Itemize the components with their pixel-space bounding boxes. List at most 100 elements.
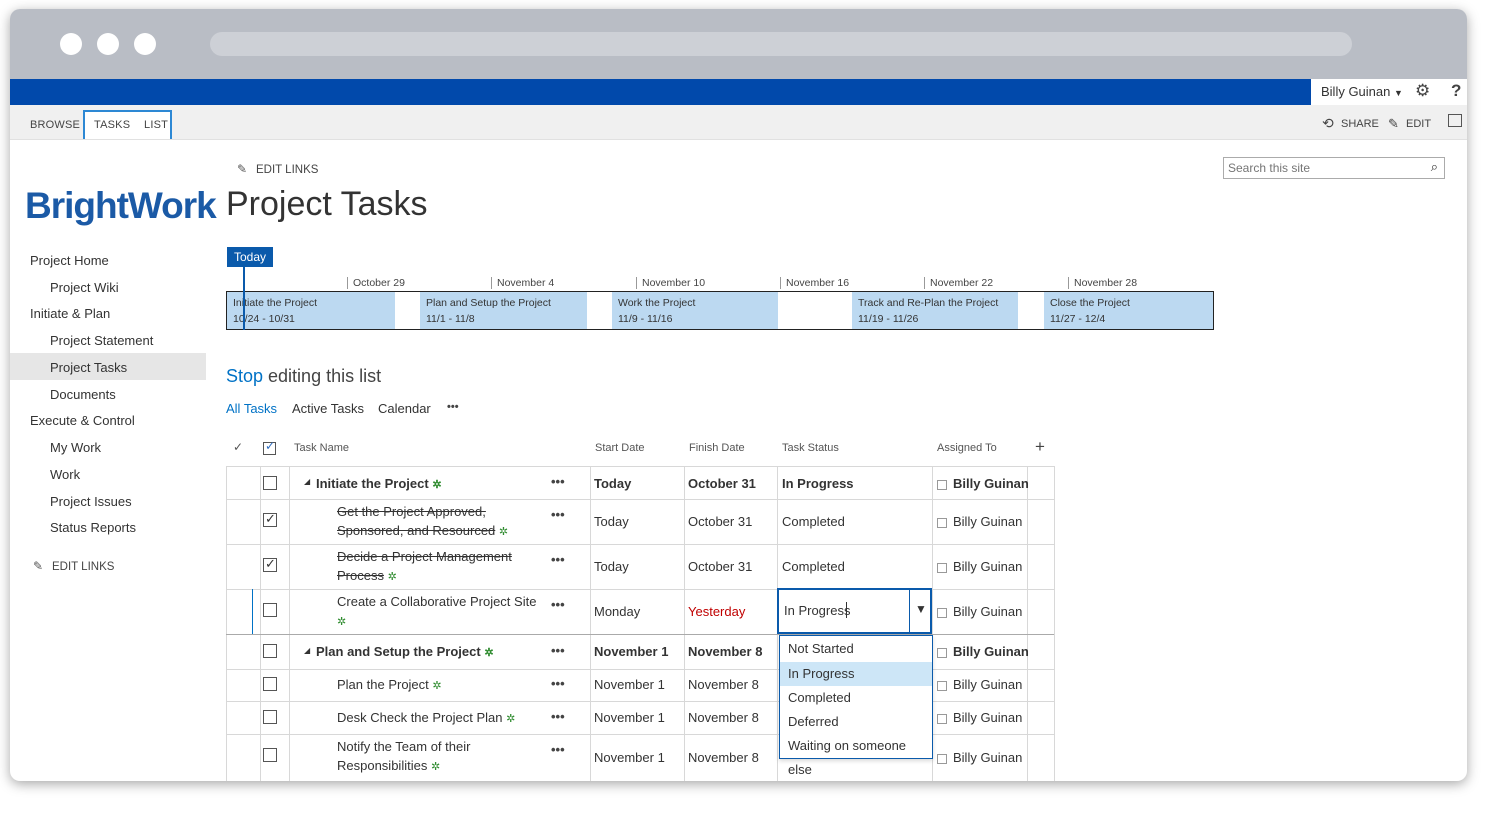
focus-mode-icon[interactable] — [1448, 114, 1462, 127]
completed-header-checkbox[interactable]: ✓ — [263, 439, 276, 455]
view-calendar[interactable]: Calendar — [378, 401, 431, 416]
start-date[interactable]: November 1 — [594, 750, 665, 765]
assignee-checkbox[interactable] — [937, 714, 947, 724]
finish-date[interactable]: November 8 — [688, 644, 762, 659]
finish-date[interactable]: November 8 — [688, 677, 759, 692]
row-menu-icon[interactable]: ••• — [551, 676, 565, 691]
collapse-icon[interactable]: ◢ — [304, 646, 310, 655]
dropdown-option[interactable]: Deferred — [780, 710, 932, 734]
timeline-bar[interactable]: Track and Re-Plan the Project 11/19 - 11/… — [852, 292, 1018, 329]
search-box[interactable]: ⌕ — [1223, 157, 1445, 179]
task-name[interactable]: Desk Check the Project Plan ✲ — [337, 710, 515, 725]
top-edit-links[interactable]: EDIT LINKS — [256, 164, 318, 176]
nav-work[interactable]: Work — [50, 467, 80, 482]
nav-execute-control[interactable]: Execute & Control — [30, 413, 135, 428]
help-icon[interactable]: ? — [1451, 81, 1461, 101]
dropdown-option[interactable]: Completed — [780, 686, 932, 710]
nav-my-work[interactable]: My Work — [50, 440, 101, 455]
task-name[interactable]: Plan the Project ✲ — [337, 677, 442, 692]
col-finish-date[interactable]: Finish Date — [689, 442, 745, 454]
row-menu-icon[interactable]: ••• — [551, 474, 565, 489]
nav-documents[interactable]: Documents — [50, 387, 116, 402]
nav-status-reports[interactable]: Status Reports — [50, 520, 136, 535]
select-all-check-icon[interactable]: ✓ — [233, 440, 243, 454]
timeline-bar[interactable]: Plan and Setup the Project 11/1 - 11/8 — [420, 292, 587, 329]
row-menu-icon[interactable]: ••• — [551, 597, 565, 612]
nav-project-home[interactable]: Project Home — [30, 253, 109, 268]
start-date[interactable]: Today — [594, 476, 631, 491]
table-row-editing[interactable]: Create a Collaborative Project Site ✲ ••… — [226, 588, 1054, 635]
task-name[interactable]: Initiate the Project ✲ — [316, 476, 442, 491]
add-column-icon[interactable]: + — [1035, 437, 1045, 457]
nav-project-statement[interactable]: Project Statement — [50, 333, 153, 348]
col-task-name[interactable]: Task Name — [294, 442, 349, 454]
assignee-checkbox[interactable] — [937, 480, 947, 490]
window-maximize-dot[interactable] — [134, 33, 156, 55]
start-date[interactable]: Today — [594, 514, 629, 529]
nav-project-issues[interactable]: Project Issues — [50, 494, 132, 509]
task-name[interactable]: Notify the Team of their — [337, 739, 470, 754]
search-input[interactable] — [1228, 159, 1418, 177]
assigned-to[interactable]: Billy Guinan — [953, 559, 1022, 574]
table-row[interactable]: ◢ Initiate the Project ✲ ••• Today Octob… — [226, 466, 1054, 500]
row-checkbox[interactable] — [263, 476, 277, 490]
assigned-to[interactable]: Billy Guinan — [953, 677, 1022, 692]
timeline-bar[interactable]: Close the Project 11/27 - 12/4 — [1044, 292, 1213, 329]
finish-date[interactable]: November 8 — [688, 710, 759, 725]
task-name[interactable]: Create a Collaborative Project Site — [337, 594, 536, 609]
assigned-to[interactable]: Billy Guinan — [953, 604, 1022, 619]
view-active-tasks[interactable]: Active Tasks — [292, 401, 364, 416]
view-all-tasks[interactable]: All Tasks — [226, 401, 277, 416]
row-checkbox[interactable] — [263, 644, 277, 658]
row-menu-icon[interactable]: ••• — [551, 507, 565, 522]
more-views-icon[interactable]: ••• — [447, 401, 459, 413]
task-name-line2[interactable]: Responsibilities ✲ — [337, 758, 440, 773]
table-row[interactable]: ✓ Get the Project Approved, Sponsored, a… — [226, 499, 1054, 545]
col-assigned-to[interactable]: Assigned To — [937, 442, 997, 454]
tab-browse[interactable]: BROWSE — [30, 119, 80, 131]
task-status-select[interactable]: In Progress ▼ — [777, 588, 932, 634]
task-name-line2[interactable]: Sponsored, and Resourced ✲ — [337, 523, 508, 538]
assignee-checkbox[interactable] — [937, 754, 947, 764]
col-start-date[interactable]: Start Date — [595, 442, 645, 454]
row-checkbox[interactable]: ✓ — [263, 556, 277, 572]
row-checkbox[interactable] — [263, 710, 277, 724]
assignee-checkbox[interactable] — [937, 648, 947, 658]
assigned-to[interactable]: Billy Guinan — [953, 710, 1022, 725]
share-button[interactable]: SHARE — [1341, 118, 1379, 130]
assigned-to[interactable]: Billy Guinan — [953, 514, 1022, 529]
tab-tasks[interactable]: TASKS — [94, 119, 130, 131]
timeline-bar[interactable]: Initiate the Project 10/24 - 10/31 — [227, 292, 395, 329]
dropdown-option[interactable]: Waiting on someone else — [780, 734, 932, 777]
edit-button[interactable]: EDIT — [1406, 118, 1431, 130]
table-row[interactable]: ✓ Decide a Project Management Process ✲ … — [226, 544, 1054, 590]
assignee-checkbox[interactable] — [937, 563, 947, 573]
user-menu[interactable]: Billy Guinan ▼ — [1321, 84, 1403, 99]
task-status[interactable]: Completed — [782, 514, 845, 529]
task-status[interactable]: In Progress — [782, 476, 854, 491]
finish-date[interactable]: October 31 — [688, 514, 752, 529]
row-menu-icon[interactable]: ••• — [551, 552, 565, 567]
start-date[interactable]: November 1 — [594, 677, 665, 692]
start-date[interactable]: Today — [594, 559, 629, 574]
nav-edit-links[interactable]: EDIT LINKS — [52, 561, 114, 573]
assigned-to[interactable]: Billy Guinan — [953, 476, 1029, 491]
assigned-to[interactable]: Billy Guinan — [953, 644, 1029, 659]
row-menu-icon[interactable]: ••• — [551, 742, 565, 757]
finish-date[interactable]: November 8 — [688, 750, 759, 765]
finish-date[interactable]: October 31 — [688, 559, 752, 574]
share-icon[interactable]: ⟲ — [1322, 115, 1334, 132]
finish-date-overdue[interactable]: Yesterday — [688, 604, 745, 619]
assignee-checkbox[interactable] — [937, 518, 947, 528]
brightwork-logo[interactable]: BrightWork — [25, 185, 217, 227]
window-minimize-dot[interactable] — [97, 33, 119, 55]
row-checkbox[interactable] — [263, 677, 277, 691]
task-name[interactable]: Get the Project Approved, — [337, 504, 486, 519]
col-task-status[interactable]: Task Status — [782, 442, 839, 454]
row-checkbox[interactable] — [263, 748, 277, 762]
address-bar[interactable] — [210, 32, 1352, 56]
row-menu-icon[interactable]: ••• — [551, 709, 565, 724]
task-name[interactable]: Decide a Project Management — [337, 549, 512, 564]
dropdown-option[interactable]: Not Started — [780, 637, 932, 661]
dropdown-arrow-icon[interactable]: ▼ — [915, 602, 927, 616]
